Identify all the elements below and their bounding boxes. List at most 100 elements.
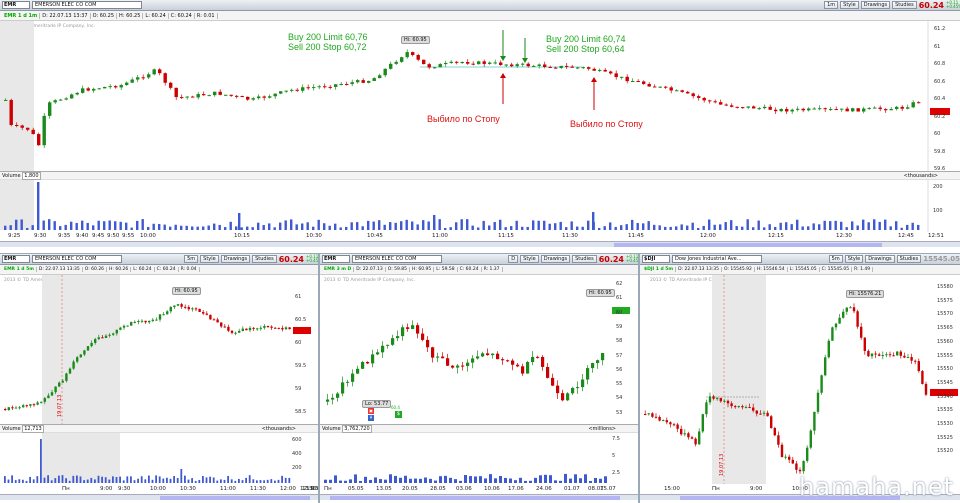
volume-bar <box>344 480 347 483</box>
volume-bar <box>544 474 547 483</box>
candle-body <box>378 75 382 79</box>
candle-body <box>570 66 574 68</box>
volume-bar <box>479 476 482 483</box>
candle-body <box>130 79 134 83</box>
candle-body <box>561 393 565 401</box>
candle-body <box>581 67 585 69</box>
volume-bar <box>288 477 291 483</box>
top-time-tick: 10:00 <box>140 233 156 239</box>
candle-body <box>477 61 481 65</box>
volume-bar <box>383 224 386 230</box>
volume-bar <box>609 222 612 230</box>
volume-bar <box>424 477 427 483</box>
bl-scroll-thumb[interactable] <box>160 496 310 500</box>
volume-bar <box>262 225 265 230</box>
bm-time-tick: 13.05 <box>376 486 392 492</box>
volume-bar <box>252 479 255 483</box>
volume-bar <box>724 222 727 230</box>
volume-bar <box>70 221 73 230</box>
candle-body <box>806 447 809 461</box>
candle-body <box>126 325 129 327</box>
volume-bar <box>268 223 271 230</box>
candle-body <box>690 437 694 439</box>
volume-bar <box>504 477 507 483</box>
volume-bar <box>144 479 147 483</box>
bl-time-tick: 9:30 <box>118 486 131 492</box>
candle-body <box>268 96 272 98</box>
top-scroll-thumb[interactable] <box>614 243 882 247</box>
candle-body <box>191 308 194 310</box>
bm-event-icon-1[interactable]: ▣ <box>368 408 374 414</box>
volume-bar <box>768 224 771 230</box>
candle-body <box>86 346 90 351</box>
volume-bar <box>642 223 645 230</box>
volume-bar <box>163 224 166 230</box>
bm-event-icon-2[interactable]: ¥ <box>368 415 374 421</box>
bm-volume-label: Volume <box>322 426 341 432</box>
candle-body <box>496 353 500 360</box>
volume-bar <box>514 480 517 483</box>
bm-event-icon-3[interactable]: $ <box>395 411 402 418</box>
candle-body <box>672 424 676 426</box>
candle-body <box>411 52 415 56</box>
volume-bar <box>108 220 111 230</box>
candle-body <box>22 405 25 408</box>
bl-chart-canvas[interactable] <box>0 254 318 503</box>
br-price-tick: 15565 <box>937 325 953 332</box>
candle-body <box>158 314 162 320</box>
candle-body <box>895 106 899 110</box>
bm-time-tick: 28.05 <box>430 486 446 492</box>
candle-body <box>669 422 672 425</box>
volume-bar <box>104 477 107 483</box>
order-annotation-1: Buy 200 Limit 60,76 Sell 200 Stop 60,72 <box>288 32 368 52</box>
volume-bar <box>587 220 590 230</box>
candle-body <box>664 86 668 88</box>
candle-body <box>229 94 233 96</box>
candle-body <box>546 366 550 378</box>
top-price-tick: 60.2 <box>934 113 946 120</box>
candle-body <box>180 304 183 307</box>
volume-bar <box>213 223 216 230</box>
volume-bar <box>130 476 132 483</box>
br-chart-canvas[interactable] <box>640 254 960 503</box>
candle-body <box>411 325 415 329</box>
volume-bar <box>329 479 332 483</box>
volume-bar <box>81 220 84 230</box>
candle-body <box>185 96 189 98</box>
bm-scroll-thumb[interactable] <box>330 496 620 500</box>
volume-bar <box>384 479 387 483</box>
candle-body <box>884 109 888 111</box>
candle-body <box>537 64 541 66</box>
bl-scrollbar[interactable] <box>0 494 318 500</box>
volume-bar <box>166 477 168 483</box>
volume-bar <box>40 439 42 483</box>
order2-line1: Buy 200 Limit 60,74 <box>546 34 626 44</box>
volume-bar <box>356 222 359 230</box>
volume-bar <box>119 221 122 230</box>
candle-body <box>9 99 13 125</box>
volume-bar <box>851 221 854 230</box>
candle-body <box>376 352 380 355</box>
volume-bar <box>427 221 430 230</box>
volume-bar <box>349 479 352 483</box>
volume-bar <box>101 476 103 483</box>
candle-body <box>366 362 370 364</box>
candle-body <box>59 99 63 101</box>
volume-bar <box>97 475 100 483</box>
volume-bar <box>691 222 694 230</box>
candle-body <box>86 88 90 91</box>
volume-bar <box>647 221 650 230</box>
volume-bar <box>389 222 392 230</box>
candle-body <box>903 355 906 358</box>
candle-body <box>911 102 915 108</box>
candle-body <box>461 365 465 367</box>
candle-body <box>698 431 701 445</box>
bm-scrollbar[interactable] <box>320 494 638 500</box>
br-date-marker: 19.07.13 <box>719 453 725 476</box>
top-chart-canvas[interactable] <box>0 0 960 253</box>
volume-bar <box>856 225 859 230</box>
candle-body <box>680 90 684 92</box>
volume-bar <box>14 480 17 483</box>
candle-body <box>723 400 726 402</box>
top-scrollbar[interactable] <box>0 241 960 247</box>
